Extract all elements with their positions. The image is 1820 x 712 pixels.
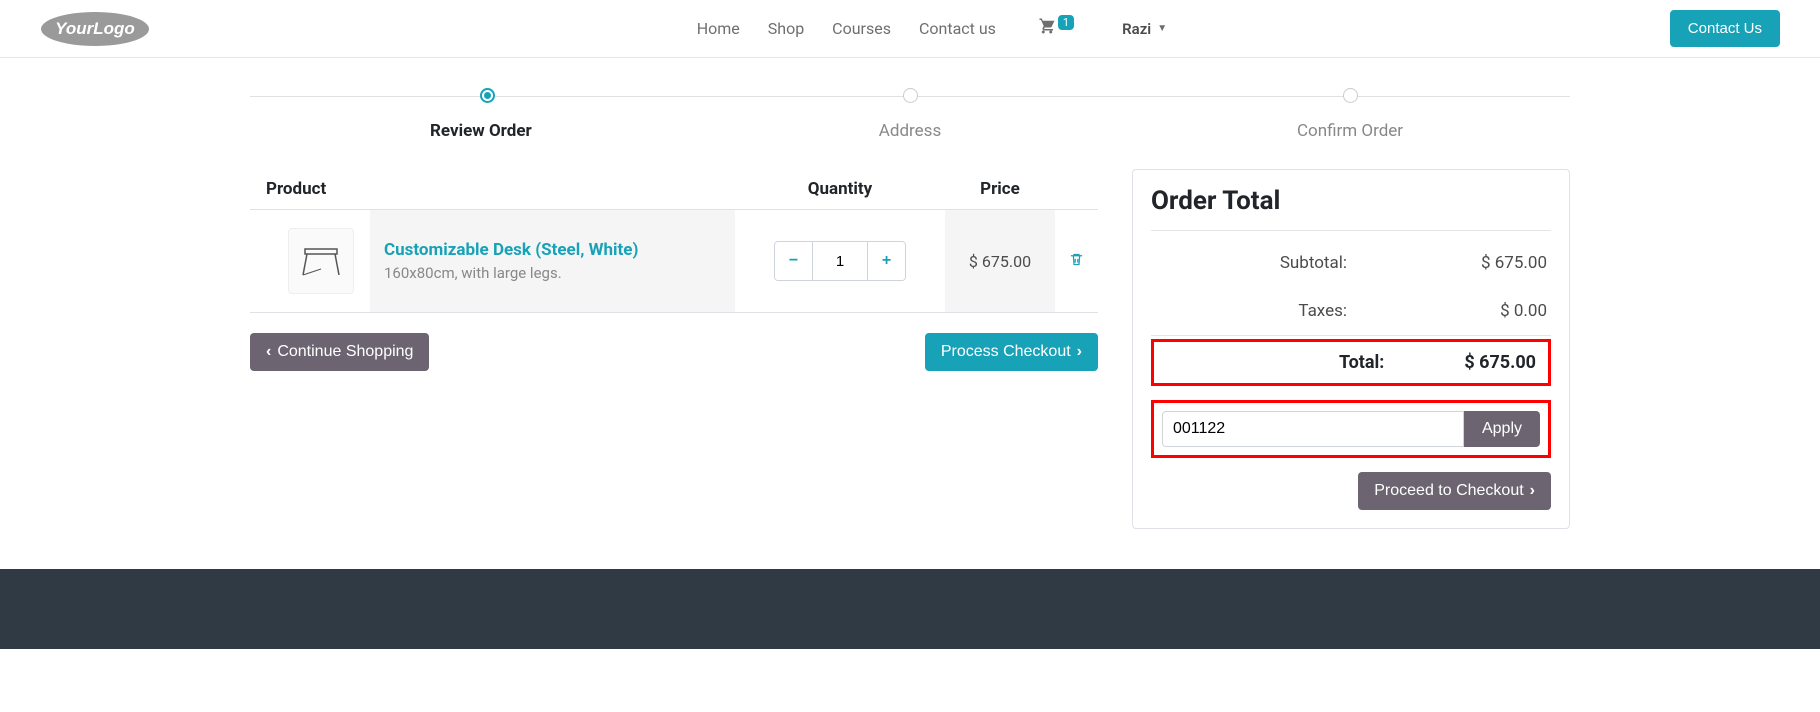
nav-shop[interactable]: Shop [764, 13, 808, 44]
subtotal-value: $ 675.00 [1351, 239, 1551, 287]
quantity-stepper: − + [774, 241, 906, 281]
cart-row: Customizable Desk (Steel, White) 160x80c… [250, 210, 1098, 313]
product-description: 160x80cm, with large legs. [384, 264, 721, 282]
main-content: Review Order Address Confirm Order Produ… [210, 58, 1610, 529]
line-price: $ 675.00 [945, 210, 1055, 313]
total-value: $ 675.00 [1464, 352, 1536, 373]
remove-item-button[interactable] [1069, 253, 1084, 271]
continue-shopping-button[interactable]: ‹ Continue Shopping [250, 333, 429, 371]
order-total-heading: Order Total [1151, 186, 1551, 216]
button-label: Continue Shopping [277, 343, 413, 361]
total-row-highlight: Total: $ 675.00 [1151, 339, 1551, 386]
product-image[interactable] [288, 228, 354, 294]
svg-text:YourLogo: YourLogo [55, 19, 135, 38]
col-quantity: Quantity [735, 169, 945, 210]
chevron-left-icon: ‹ [266, 343, 271, 361]
cart-link[interactable]: 1 [1038, 17, 1074, 40]
user-menu[interactable]: Razi ▼ [1122, 20, 1167, 38]
footer [0, 569, 1820, 649]
nav-contact[interactable]: Contact us [915, 13, 1000, 44]
taxes-label: Taxes: [1151, 287, 1351, 336]
wizard-dot-icon [1343, 88, 1358, 103]
caret-down-icon: ▼ [1157, 23, 1167, 34]
wizard-step-label: Confirm Order [1130, 121, 1570, 141]
wizard-step-label: Address [690, 121, 1130, 141]
product-name-link[interactable]: Customizable Desk (Steel, White) [384, 240, 721, 260]
button-label: Proceed to Checkout [1374, 482, 1523, 500]
wizard-step-confirm[interactable]: Confirm Order [1130, 88, 1570, 141]
process-checkout-button[interactable]: Process Checkout › [925, 333, 1098, 371]
logo[interactable]: YourLogo [40, 10, 150, 48]
cart-icon [1038, 17, 1056, 40]
promo-row-highlight: Apply [1151, 400, 1551, 458]
chevron-right-icon: › [1530, 482, 1535, 500]
main-nav: Home Shop Courses Contact us 1 Razi ▼ [190, 13, 1670, 44]
order-total-card: Order Total Subtotal: $ 675.00 Taxes: $ … [1132, 169, 1570, 529]
header: YourLogo Home Shop Courses Contact us 1 … [0, 0, 1820, 58]
total-label: Total: [1166, 352, 1464, 373]
wizard-step-address[interactable]: Address [690, 88, 1130, 141]
proceed-checkout-button[interactable]: Proceed to Checkout › [1358, 472, 1551, 510]
chevron-right-icon: › [1077, 343, 1082, 361]
cart-count-badge: 1 [1058, 15, 1074, 30]
cart-table: Product Quantity Price [250, 169, 1098, 313]
checkout-wizard: Review Order Address Confirm Order [250, 88, 1570, 141]
nav-home[interactable]: Home [693, 13, 744, 44]
wizard-step-label: Review Order [430, 121, 532, 141]
button-label: Process Checkout [941, 343, 1071, 361]
cart-area: Product Quantity Price [250, 169, 1098, 371]
promo-code-input[interactable] [1162, 411, 1464, 447]
taxes-value: $ 0.00 [1351, 287, 1551, 336]
qty-decrease-button[interactable]: − [775, 242, 813, 280]
wizard-dot-icon [480, 88, 495, 103]
nav-courses[interactable]: Courses [828, 13, 895, 44]
subtotal-label: Subtotal: [1151, 239, 1351, 287]
col-product: Product [250, 169, 735, 210]
apply-promo-button[interactable]: Apply [1464, 411, 1540, 447]
contact-us-button[interactable]: Contact Us [1670, 10, 1780, 47]
wizard-dot-icon [903, 88, 918, 103]
col-price: Price [945, 169, 1055, 210]
user-name: Razi [1122, 20, 1151, 38]
qty-input[interactable] [813, 242, 867, 280]
wizard-step-review[interactable]: Review Order [250, 88, 690, 141]
qty-increase-button[interactable]: + [867, 242, 905, 280]
